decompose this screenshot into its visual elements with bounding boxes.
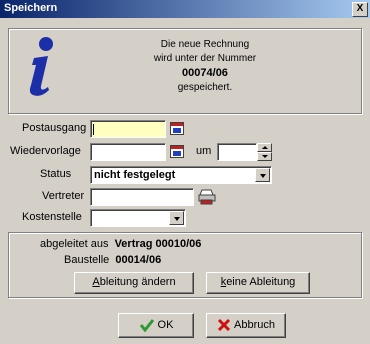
calendar-icon[interactable]	[170, 122, 184, 135]
window-title: Speichern	[4, 2, 58, 14]
close-button[interactable]: X	[352, 2, 368, 17]
cancel-button[interactable]: Abbruch	[206, 313, 286, 338]
ok-label: OK	[157, 319, 174, 331]
chevron-down-icon[interactable]	[255, 168, 270, 182]
calendar-icon[interactable]	[170, 145, 184, 158]
derived-from-label: abgeleitet aus	[40, 238, 109, 250]
derived-from-value: Vertrag 00010/06	[114, 238, 202, 250]
kostenstelle-label: Kostenstelle	[22, 211, 82, 223]
accelerator-a: A	[92, 276, 100, 288]
title-bar[interactable]: Speichern X	[0, 0, 370, 18]
save-message: Die neue Rechnung wird unter der Nummer …	[110, 38, 300, 95]
ok-button[interactable]: OK	[118, 313, 194, 338]
wiedervorlage-label: Wiedervorlage	[10, 145, 81, 157]
no-derivation-button[interactable]: keine Ableitung	[206, 272, 310, 294]
baustelle-line: Baustelle 00014/06	[64, 254, 161, 266]
change-derivation-label: bleitung ändern	[99, 276, 176, 288]
message-line1: Die neue Rechnung	[160, 39, 250, 50]
spin-down-icon[interactable]	[257, 152, 272, 161]
message-line2: wird unter der Nummer	[153, 53, 257, 64]
time-field[interactable]	[217, 143, 257, 161]
time-spinner[interactable]	[257, 143, 272, 161]
spin-up-icon[interactable]	[257, 143, 272, 152]
no-derivation-label: eine Ableitung	[226, 276, 296, 288]
x-icon	[217, 319, 231, 332]
info-icon	[29, 37, 53, 96]
cancel-label: Abbruch	[234, 319, 275, 331]
check-icon	[139, 319, 154, 333]
um-label: um	[196, 145, 212, 157]
status-value: nicht festgelegt	[94, 169, 176, 181]
derivation-line: abgeleitet aus Vertrag 00010/06	[40, 238, 201, 250]
status-label: Status	[40, 168, 72, 180]
postausgang-field[interactable]	[90, 120, 166, 138]
baustelle-value: 00014/06	[115, 254, 162, 266]
vertreter-label: Vertreter	[42, 190, 85, 202]
baustelle-label: Baustelle	[64, 254, 110, 266]
vertreter-field[interactable]	[90, 188, 194, 206]
status-select[interactable]: nicht festgelegt	[90, 166, 272, 184]
kostenstelle-select[interactable]	[90, 209, 186, 227]
message-line4: gespeichert.	[177, 82, 233, 93]
invoice-number: 00074/06	[182, 67, 228, 79]
change-derivation-button[interactable]: Ableitung ändern	[74, 272, 194, 294]
wiedervorlage-field[interactable]	[90, 143, 166, 161]
chevron-down-icon[interactable]	[169, 211, 184, 225]
save-dialog: Speichern X Die neue Rechnung wird unter…	[0, 0, 370, 344]
printer-icon[interactable]	[198, 189, 216, 205]
postausgang-label: Postausgang	[22, 122, 87, 134]
